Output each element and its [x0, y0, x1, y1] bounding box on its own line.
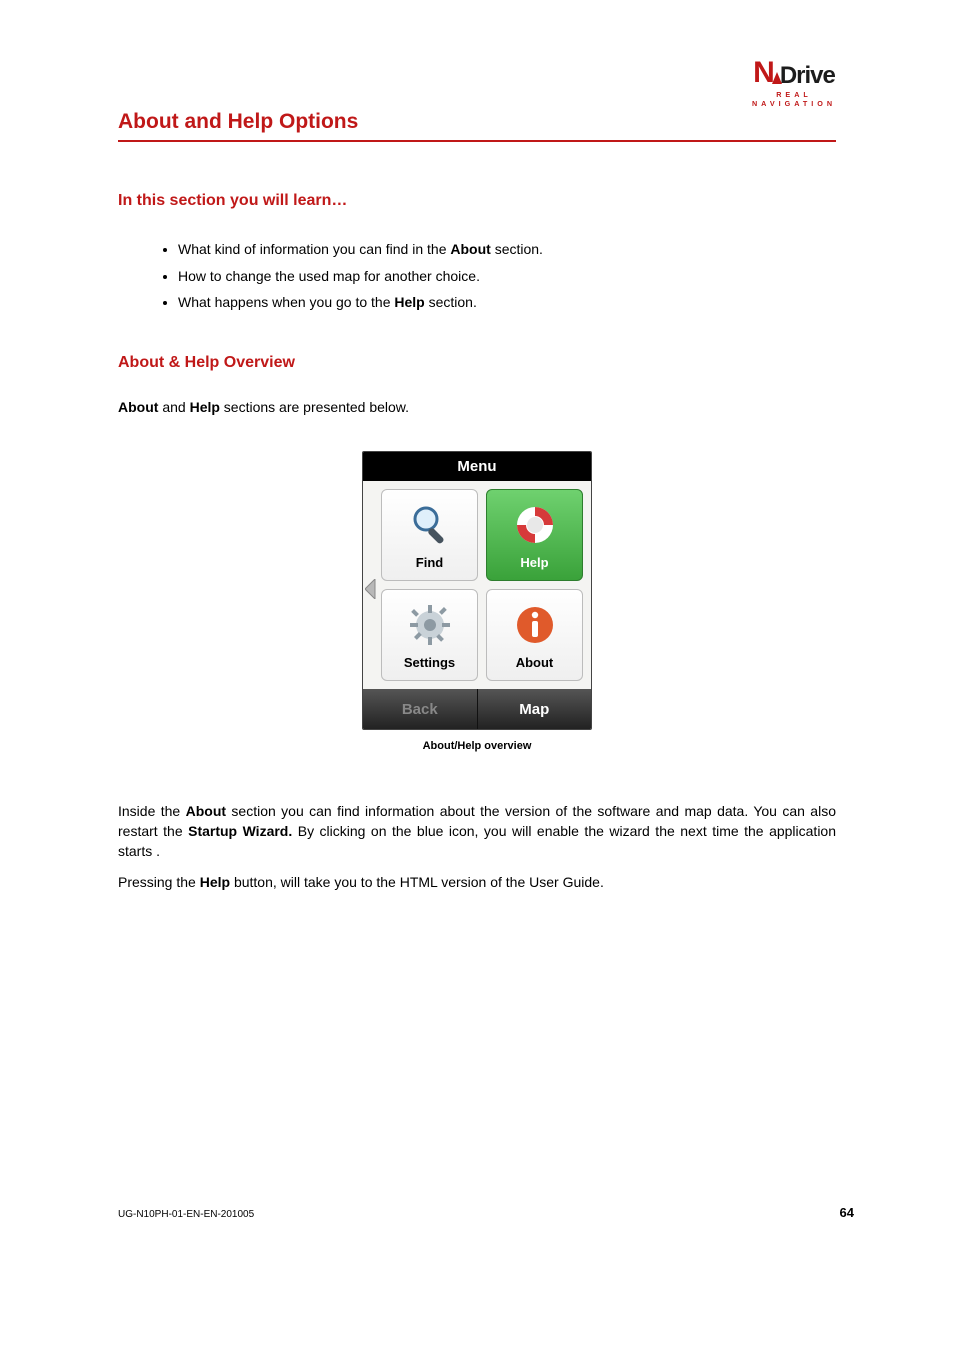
- device-bottombar: Back Map: [363, 689, 591, 729]
- bold: Help: [190, 399, 220, 415]
- list-item: What kind of information you can find in…: [178, 236, 836, 263]
- device-titlebar: Menu: [363, 452, 591, 481]
- page-footer: UG-N10PH-01-EN-EN-201005 64: [118, 1205, 854, 1220]
- page-title: About and Help Options: [118, 110, 836, 142]
- text: What happens when you go to the: [178, 294, 394, 310]
- tile-find[interactable]: Find: [381, 489, 478, 581]
- bold: About: [450, 241, 490, 257]
- back-button[interactable]: Back: [363, 689, 478, 729]
- bold: Help: [200, 874, 230, 890]
- tile-settings[interactable]: Settings: [381, 589, 478, 681]
- page-number: 64: [840, 1205, 854, 1220]
- tile-about[interactable]: About: [486, 589, 583, 681]
- bold: Startup Wizard.: [188, 823, 292, 839]
- bold: Help: [394, 294, 424, 310]
- tile-area: Find Help: [363, 481, 591, 689]
- figure: Menu Find: [362, 451, 592, 752]
- figure-caption: About/Help overview: [362, 740, 592, 752]
- prev-page-arrow-icon[interactable]: [365, 579, 377, 599]
- tile-help[interactable]: Help: [486, 489, 583, 581]
- learn-heading: In this section you will learn…: [118, 192, 836, 210]
- gear-icon: [406, 601, 454, 649]
- logo-arrow-icon: [772, 72, 782, 84]
- lifebuoy-icon: [511, 501, 559, 549]
- map-button[interactable]: Map: [478, 689, 592, 729]
- magnifier-icon: [406, 501, 454, 549]
- logo-initial: N: [753, 58, 774, 88]
- list-item: What happens when you go to the Help sec…: [178, 289, 836, 316]
- text: section.: [491, 241, 543, 257]
- overview-line: About and Help sections are presented be…: [118, 398, 836, 418]
- brand-logo: N Drive REAL NAVIGATION: [734, 58, 854, 108]
- list-item: How to change the used map for another c…: [178, 263, 836, 290]
- paragraph-help: Pressing the Help button, will take you …: [118, 873, 836, 893]
- paragraph-about: Inside the About section you can find in…: [118, 802, 836, 861]
- tile-label: Help: [520, 555, 548, 570]
- text: Inside the: [118, 803, 186, 819]
- text: What kind of information you can find in…: [178, 241, 450, 257]
- logo-rest: Drive: [780, 64, 835, 88]
- tile-label: Settings: [404, 655, 455, 670]
- text: and: [158, 399, 189, 415]
- bold: About: [186, 803, 226, 819]
- tile-label: Find: [416, 555, 443, 570]
- text: Pressing the: [118, 874, 200, 890]
- doc-code: UG-N10PH-01-EN-EN-201005: [118, 1209, 254, 1220]
- bold: About: [118, 399, 158, 415]
- text: sections are presented below.: [220, 399, 409, 415]
- device-screenshot: Menu Find: [362, 451, 592, 730]
- text: button, will take you to the HTML versio…: [230, 874, 604, 890]
- info-icon: [511, 601, 559, 649]
- logo-tagline: REAL NAVIGATION: [734, 90, 854, 108]
- learn-list: What kind of information you can find in…: [178, 236, 836, 316]
- overview-heading: About & Help Overview: [118, 354, 836, 372]
- text: section.: [425, 294, 477, 310]
- tile-label: About: [516, 655, 554, 670]
